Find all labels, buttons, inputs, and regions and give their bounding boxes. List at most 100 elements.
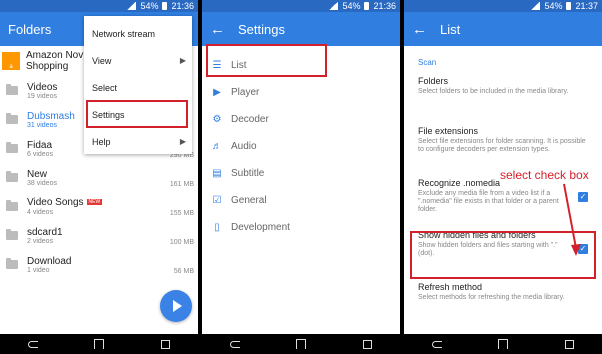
nav-back-icon[interactable] — [28, 340, 39, 348]
settings-item-general[interactable]: ☑ General — [202, 187, 400, 214]
nav-home-icon[interactable] — [498, 339, 509, 349]
pref-summary: Select methods for refreshing the media … — [418, 294, 565, 301]
folder-name: Download — [27, 255, 72, 267]
nav-home-icon[interactable] — [296, 339, 307, 349]
list-settings-screen: 54% 21:37 ← List Scan Folders Select fol… — [404, 0, 602, 354]
folder-size: 56 MB — [173, 268, 194, 275]
page-title: Folders — [8, 21, 52, 37]
audio-icon: ♬ — [212, 141, 222, 152]
back-arrow-icon[interactable]: ← — [412, 21, 427, 38]
folder-icon — [6, 171, 18, 182]
menu-item-help[interactable]: Help ▶ — [84, 128, 192, 155]
battery-icon — [162, 2, 168, 10]
status-bar: 54% 21:36 — [202, 0, 400, 12]
pref-title: File extensions — [418, 126, 479, 136]
folder-size: 155 MB — [169, 210, 194, 217]
folder-row[interactable]: Download 1 video 56 MB — [0, 250, 198, 279]
nav-recent-icon[interactable] — [564, 339, 574, 349]
folder-count: 1 video — [27, 266, 50, 274]
folder-size: 161 MB — [169, 181, 194, 188]
ad-title: Amazon Nov — [26, 50, 84, 61]
amazon-logo-icon: a — [2, 52, 20, 70]
play-fab-button[interactable] — [160, 290, 192, 322]
folder-row[interactable]: sdcard1 2 videos 100 MB — [0, 221, 198, 250]
settings-item-label: Development — [231, 222, 290, 233]
menu-label: Network stream — [92, 28, 156, 39]
annotation-label: select check box — [500, 168, 589, 182]
back-arrow-icon[interactable]: ← — [210, 21, 225, 38]
folder-row[interactable]: New 38 videos 161 MB — [0, 163, 198, 192]
folder-row[interactable]: Video Songs NEW 4 videos 155 MB — [0, 192, 198, 221]
menu-label: View — [92, 55, 112, 66]
pref-refresh-method[interactable]: Refresh method Select methods for refres… — [404, 282, 602, 322]
nav-recent-icon[interactable] — [362, 339, 372, 349]
battery-text: 54% — [544, 1, 563, 11]
folder-count: 31 videos — [27, 121, 57, 129]
nav-home-icon[interactable] — [94, 339, 105, 349]
status-bar: 54% 21:37 — [404, 0, 602, 12]
page-title: List — [440, 21, 461, 37]
battery-icon — [364, 2, 370, 10]
folder-icon — [6, 258, 18, 269]
folder-icon — [6, 142, 18, 153]
settings-item-label: Decoder — [231, 114, 269, 125]
check-icon: ☑ — [212, 195, 222, 206]
pref-summary: Exclude any media file from a video list… — [418, 190, 559, 213]
phone-icon: ▯ — [214, 222, 220, 233]
subtitle-icon: ▤ — [212, 168, 222, 179]
pref-folders[interactable]: Folders Select folders to be included in… — [404, 76, 602, 126]
folder-count: 4 videos — [27, 208, 54, 216]
new-badge: NEW — [86, 199, 103, 206]
settings-item-player[interactable]: ▶ Player — [202, 79, 400, 106]
menu-item-view[interactable]: View ▶ — [84, 47, 192, 74]
gear-icon: ⚙ — [212, 114, 222, 125]
system-nav-bar — [0, 334, 198, 354]
folder-name: Videos — [27, 81, 58, 93]
settings-screen: 54% 21:36 ← Settings ☰ List ▶ Player ⚙ Deco… — [202, 0, 400, 354]
list-highlight-box — [206, 44, 327, 77]
menu-item-network-stream[interactable]: Network stream — [84, 20, 192, 47]
page-title: Settings — [238, 21, 285, 37]
clock: 21:37 — [575, 1, 598, 11]
folder-icon — [6, 229, 18, 240]
settings-item-label: Audio — [231, 141, 257, 152]
nav-back-icon[interactable] — [230, 340, 241, 348]
category-scan: Scan — [418, 58, 437, 67]
settings-highlight-box — [86, 100, 188, 128]
app-bar: ← List — [404, 12, 602, 46]
settings-item-label: General — [231, 195, 267, 206]
menu-label: Select — [92, 82, 118, 93]
battery-icon — [566, 2, 572, 10]
clock: 21:36 — [171, 1, 194, 11]
folder-name: Fidaa — [27, 139, 53, 151]
system-nav-bar — [202, 334, 400, 354]
signal-icon — [127, 2, 137, 10]
status-bar: 54% 21:36 — [0, 0, 198, 12]
settings-item-audio[interactable]: ♬ Audio — [202, 133, 400, 160]
folder-name: sdcard1 — [27, 226, 63, 238]
pref-title: Folders — [418, 76, 449, 86]
battery-text: 54% — [342, 1, 361, 11]
folder-name: Video Songs — [27, 197, 84, 209]
settings-item-decoder[interactable]: ⚙ Decoder — [202, 106, 400, 133]
nav-recent-icon[interactable] — [160, 339, 170, 349]
pref-title: Refresh method — [418, 282, 483, 292]
folders-screen: 54% 21:36 Folders a Amazon Nov Shopping … — [0, 0, 198, 354]
nav-back-icon[interactable] — [432, 340, 443, 348]
settings-item-development[interactable]: ▯ Development — [202, 214, 400, 241]
play-icon: ▶ — [213, 87, 221, 98]
folder-size: 100 MB — [169, 239, 194, 246]
folder-name: New — [27, 168, 48, 180]
folder-icon — [6, 113, 18, 124]
settings-item-subtitle[interactable]: ▤ Subtitle — [202, 160, 400, 187]
submenu-arrow-icon: ▶ — [179, 56, 186, 65]
annotation-arrow-icon — [563, 183, 581, 256]
folder-icon — [6, 84, 18, 95]
signal-icon — [531, 2, 541, 10]
pref-summary: Select folders to be included in the med… — [418, 88, 569, 95]
clock: 21:36 — [373, 1, 396, 11]
folder-name: Dubsmash — [27, 110, 75, 122]
menu-item-select[interactable]: Select — [84, 74, 192, 101]
settings-item-label: Player — [231, 87, 260, 98]
app-bar: ← Settings — [202, 12, 400, 46]
